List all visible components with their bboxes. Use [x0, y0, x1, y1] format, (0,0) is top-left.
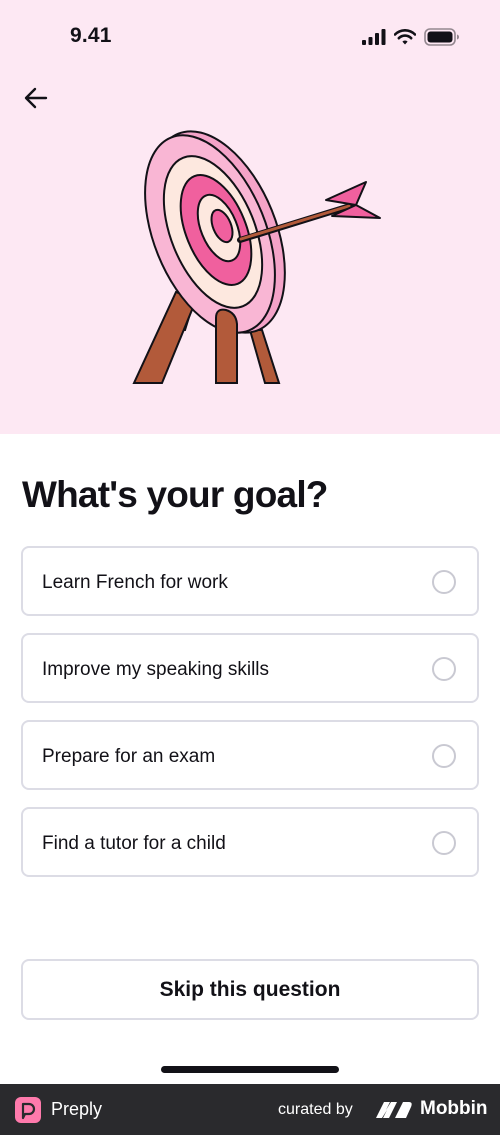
skip-question-button[interactable]: Skip this question [21, 959, 479, 1020]
arrow-left-icon [24, 87, 48, 109]
signal-icon [362, 29, 386, 45]
option-find-tutor-for-child[interactable]: Find a tutor for a child [21, 807, 479, 877]
status-icons [362, 27, 460, 47]
option-learn-french-for-work[interactable]: Learn French for work [21, 546, 479, 616]
option-label: Improve my speaking skills [42, 659, 270, 680]
option-label: Learn French for work [42, 572, 228, 593]
status-time: 9.41 [70, 24, 112, 47]
mobbin-logo-icon [376, 1102, 412, 1118]
radio-button[interactable] [432, 570, 456, 594]
brand-name: Mobbin [420, 1098, 488, 1119]
wifi-icon [394, 29, 416, 45]
back-button[interactable] [18, 80, 54, 116]
status-bar: 9.41 [0, 0, 500, 74]
radio-button[interactable] [432, 744, 456, 768]
home-indicator[interactable] [161, 1066, 339, 1073]
radio-button[interactable] [432, 657, 456, 681]
footer-bar: Preply curated by Mobbin [0, 1084, 500, 1135]
battery-icon [424, 28, 459, 46]
curated-by-label: curated by [278, 1101, 353, 1118]
goal-options: Learn French for work Improve my speakin… [21, 546, 479, 894]
option-label: Prepare for an exam [42, 746, 216, 767]
radio-button[interactable] [432, 831, 456, 855]
app-name: Preply [51, 1099, 103, 1119]
page-title: What's your goal? [22, 474, 328, 515]
option-label: Find a tutor for a child [42, 833, 226, 854]
preply-logo-icon [15, 1097, 41, 1123]
option-prepare-for-exam[interactable]: Prepare for an exam [21, 720, 479, 790]
target-illustration [132, 130, 381, 384]
option-improve-speaking-skills[interactable]: Improve my speaking skills [21, 633, 479, 703]
